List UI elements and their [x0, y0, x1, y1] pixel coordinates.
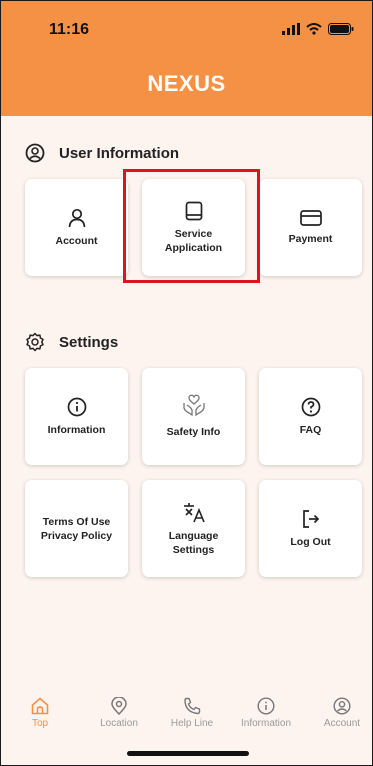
location-pin-icon — [111, 697, 127, 715]
user-icon — [68, 208, 85, 227]
app-screen: 11:16 NEXUS User Information Account Ser… — [0, 0, 373, 766]
terms-privacy-label: Terms Of Use Privacy Policy — [40, 515, 113, 542]
app-title: NEXUS — [147, 71, 226, 96]
payment-card[interactable]: Payment — [259, 179, 362, 276]
info-icon — [257, 697, 275, 715]
tab-help-line[interactable]: Help Line — [157, 697, 227, 729]
information-card-label: Information — [47, 423, 106, 436]
status-time: 11:16 — [49, 21, 90, 38]
tab-top-label: Top — [31, 718, 49, 729]
app-header: 11:16 NEXUS — [1, 1, 372, 116]
language-settings-card[interactable]: Language Settings — [142, 480, 245, 577]
safety-info-label: Safety Info — [166, 426, 221, 438]
logout-card[interactable]: Log Out — [259, 480, 362, 577]
logout-label: Log Out — [290, 535, 331, 548]
service-application-label: Service Application — [164, 227, 223, 254]
phone-icon — [184, 697, 201, 715]
translate-icon — [183, 502, 205, 522]
terms-privacy-card[interactable]: Terms Of Use Privacy Policy — [25, 480, 128, 577]
signal-icon — [282, 23, 300, 35]
faq-label: FAQ — [299, 423, 322, 436]
logout-icon — [302, 509, 319, 528]
faq-card[interactable]: FAQ — [259, 368, 362, 465]
account-card-label: Account — [55, 234, 98, 247]
settings-title: Settings — [59, 333, 119, 351]
safety-info-card[interactable]: Safety Info — [142, 368, 245, 465]
user-info-section-header: User Information — [25, 143, 179, 163]
payment-card-label: Payment — [288, 232, 333, 245]
status-icons — [282, 23, 354, 35]
battery-icon — [328, 23, 354, 35]
gear-icon — [26, 332, 44, 352]
account-card[interactable]: Account — [25, 179, 128, 276]
credit-card-icon — [299, 209, 322, 226]
user-circle-icon — [25, 143, 45, 163]
language-settings-label: Language Settings — [168, 529, 219, 556]
tab-information-label: Information — [240, 718, 292, 729]
tab-help-line-label: Help Line — [170, 718, 214, 729]
tab-top[interactable]: Top — [5, 697, 75, 729]
service-application-card[interactable]: Service Application — [142, 179, 245, 276]
user-info-title: User Information — [59, 144, 180, 162]
home-indicator — [127, 751, 249, 756]
book-icon — [185, 201, 202, 220]
tab-location[interactable]: Location — [84, 697, 154, 729]
info-icon — [67, 397, 86, 416]
wifi-icon — [306, 23, 322, 35]
tab-account-label: Account — [323, 718, 361, 729]
home-icon — [31, 697, 49, 715]
hands-heart-icon — [182, 394, 205, 416]
question-icon — [301, 397, 320, 416]
tab-information[interactable]: Information — [231, 697, 301, 729]
tab-account[interactable]: Account — [307, 697, 372, 729]
settings-section-header: Settings — [25, 332, 118, 352]
account-icon — [333, 697, 351, 715]
tab-location-label: Location — [100, 718, 138, 729]
information-card[interactable]: Information — [25, 368, 128, 465]
